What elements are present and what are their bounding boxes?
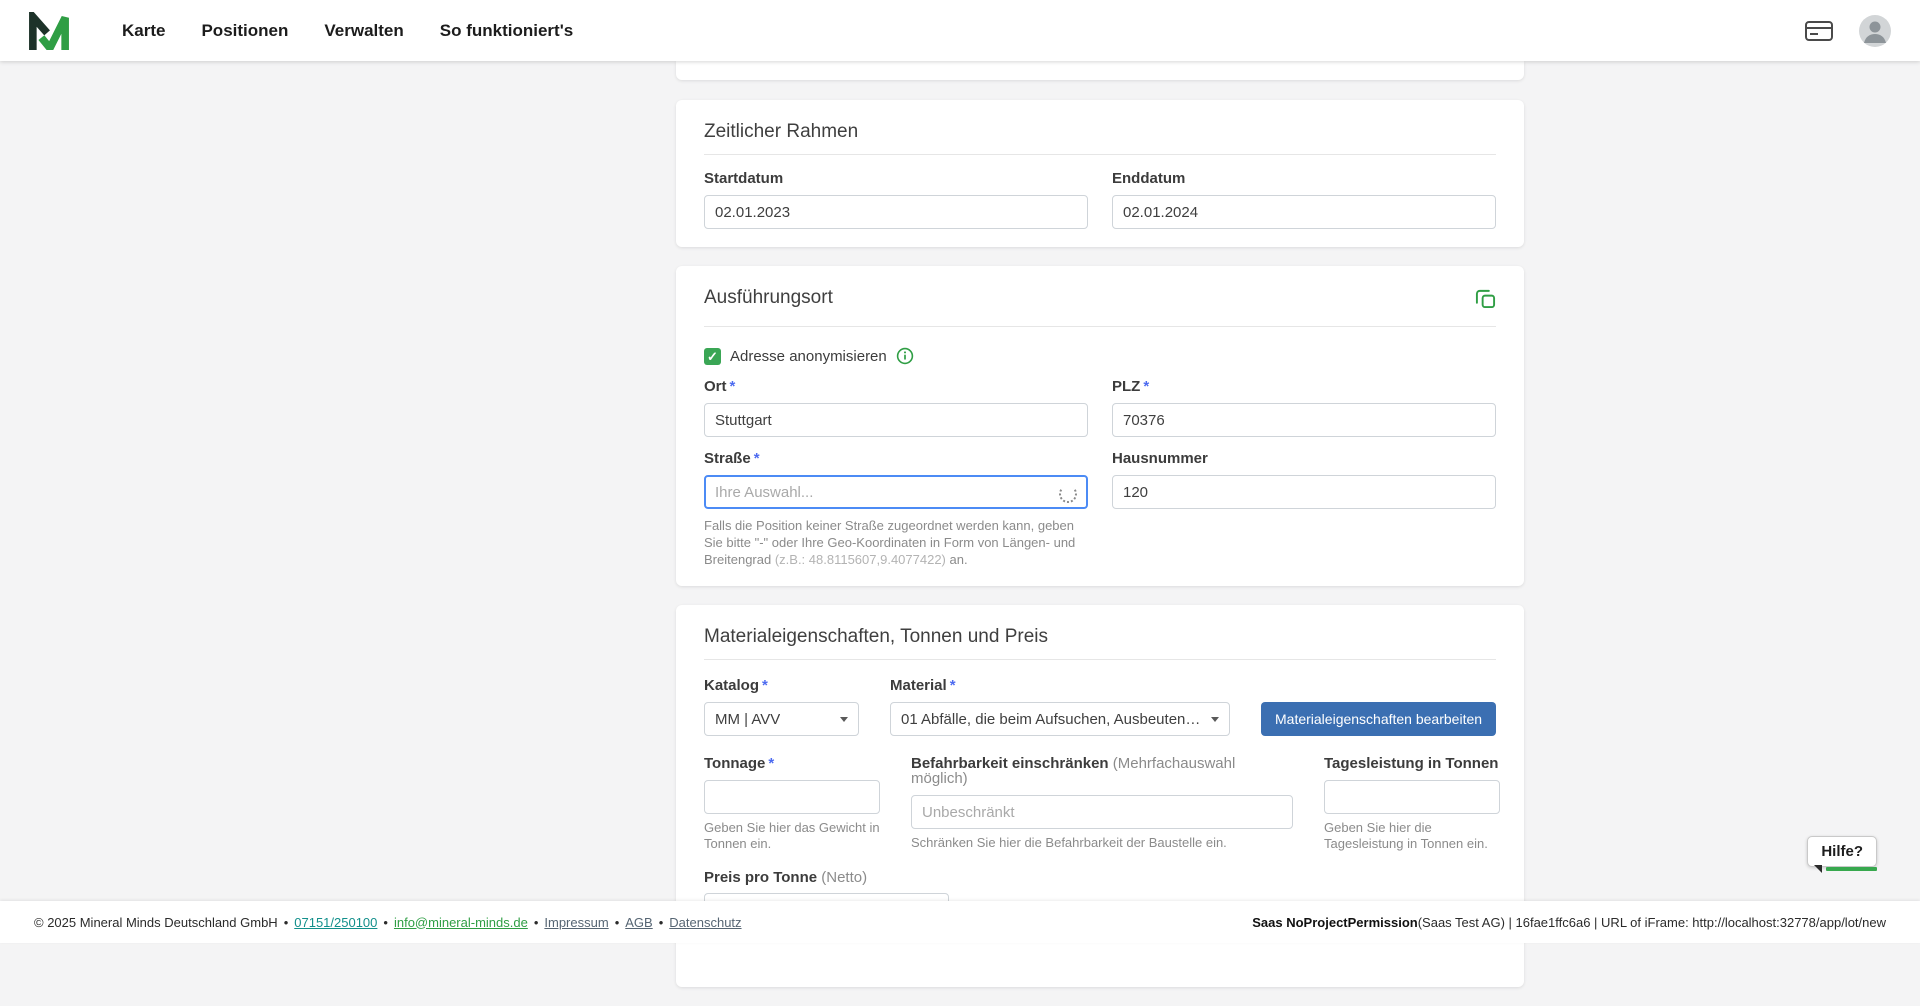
material-select[interactable]: 01 Abfälle, die beim Aufsuchen, Ausbeute… (890, 702, 1230, 736)
enddatum-input[interactable] (1112, 195, 1496, 229)
befahrbarkeit-input[interactable] (911, 795, 1293, 829)
help-accent-bar (1826, 867, 1877, 871)
form-column: Zeitlicher Rahmen Startdatum Enddatum Au… (676, 61, 1524, 1006)
tonnage-helper-text: Geben Sie hier das Gewicht in Tonnen ein… (704, 820, 880, 852)
anonymize-address-label: Adresse anonymisieren (730, 348, 887, 365)
copy-icon[interactable] (1475, 288, 1496, 314)
nav-item-positionen[interactable]: Positionen (201, 21, 288, 41)
impressum-link[interactable]: Impressum (544, 915, 608, 930)
chevron-down-icon (840, 717, 848, 722)
phone-link[interactable]: 07151/250100 (294, 915, 377, 930)
enddatum-label: Enddatum (1112, 171, 1496, 186)
card-reader-icon[interactable] (1804, 19, 1834, 43)
plz-input[interactable] (1112, 403, 1496, 437)
app-permission-text: Saas NoProjectPermission (1252, 915, 1417, 930)
nav-item-karte[interactable]: Karte (122, 21, 165, 41)
strasse-input[interactable] (704, 475, 1088, 509)
speech-bubble-tail (1814, 865, 1822, 873)
geo-example: (z.B.: 48.8115607,9.4077422) (775, 552, 946, 567)
hausnummer-input[interactable] (1112, 475, 1496, 509)
strasse-helper-text: Falls die Position keiner Straße zugeord… (704, 517, 1088, 568)
katalog-select[interactable]: MM | AVV (704, 702, 859, 736)
check-icon: ✓ (707, 349, 718, 364)
edit-material-properties-button[interactable]: Materialeigenschaften bearbeiten (1261, 702, 1496, 736)
checkbox-checked[interactable]: ✓ (704, 348, 721, 365)
befahrbarkeit-label: Befahrbarkeit einschränken (Mehrfachausw… (911, 756, 1293, 786)
help-button[interactable]: Hilfe? (1807, 836, 1877, 867)
tonnage-label: Tonnage* (704, 756, 880, 771)
section-title-zeitlicher-rahmen: Zeitlicher Rahmen (704, 122, 1496, 155)
section-title-material: Materialeigenschaften, Tonnen und Preis (704, 627, 1496, 660)
info-icon[interactable] (896, 347, 914, 365)
card-ausfuehrungsort: Ausführungsort ✓ Adresse anonymisieren (676, 266, 1524, 586)
top-navbar: Karte Positionen Verwalten So funktionie… (0, 0, 1920, 61)
footer-bar: © 2025 Mineral Minds Deutschland GmbH • … (0, 901, 1920, 943)
preis-hint: (Netto) (821, 869, 867, 886)
copyright-text: © 2025 Mineral Minds Deutschland GmbH (34, 915, 278, 930)
required-mark: * (950, 677, 956, 694)
loading-spinner-icon (1059, 485, 1077, 503)
tagesleistung-input[interactable] (1324, 780, 1500, 814)
katalog-label: Katalog* (704, 678, 859, 693)
required-mark: * (754, 450, 760, 467)
app-info-text: (Saas Test AG) | 16fae1ffc6a6 | URL of i… (1418, 915, 1886, 930)
separator: • (284, 915, 289, 930)
startdatum-input[interactable] (704, 195, 1088, 229)
plz-label: PLZ* (1112, 379, 1496, 394)
separator: • (659, 915, 664, 930)
separator: • (534, 915, 539, 930)
material-selected-value: 01 Abfälle, die beim Aufsuchen, Ausbeute… (901, 711, 1201, 728)
separator: • (383, 915, 388, 930)
separator: • (615, 915, 620, 930)
material-label: Material* (890, 678, 1230, 693)
user-avatar[interactable] (1858, 14, 1892, 48)
card-zeitlicher-rahmen: Zeitlicher Rahmen Startdatum Enddatum (676, 100, 1524, 247)
help-button-label: Hilfe? (1821, 843, 1863, 860)
katalog-selected-value: MM | AVV (715, 711, 780, 728)
ort-input[interactable] (704, 403, 1088, 437)
tagesleistung-label: Tagesleistung in Tonnen (1324, 756, 1500, 771)
nav-item-verwalten[interactable]: Verwalten (324, 21, 403, 41)
mineral-minds-logo-icon[interactable] (28, 12, 70, 50)
datenschutz-link[interactable]: Datenschutz (669, 915, 741, 930)
startdatum-label: Startdatum (704, 171, 1088, 186)
befahrbarkeit-helper-text: Schränken Sie hier die Befahrbarkeit der… (911, 835, 1293, 851)
previous-card-bottom (676, 61, 1524, 80)
required-mark: * (730, 378, 736, 395)
email-link[interactable]: info@mineral-minds.de (394, 915, 528, 930)
section-title-ausfuehrungsort: Ausführungsort (704, 288, 833, 308)
required-mark: * (768, 755, 774, 772)
required-mark: * (1143, 378, 1149, 395)
ort-label: Ort* (704, 379, 1088, 394)
anonymize-address-checkbox-row[interactable]: ✓ Adresse anonymisieren (704, 347, 1496, 365)
agb-link[interactable]: AGB (625, 915, 652, 930)
chevron-down-icon (1211, 717, 1219, 722)
hausnummer-label: Hausnummer (1112, 451, 1496, 466)
main-nav: Karte Positionen Verwalten So funktionie… (122, 21, 573, 41)
required-mark: * (762, 677, 768, 694)
strasse-label: Straße* (704, 451, 1088, 466)
tonnage-input[interactable] (704, 780, 880, 814)
preis-label: Preis pro Tonne (Netto) (704, 870, 1496, 885)
nav-item-so-funktionierts[interactable]: So funktioniert's (440, 21, 573, 41)
tagesleistung-helper-text: Geben Sie hier die Tagesleistung in Tonn… (1324, 820, 1500, 852)
